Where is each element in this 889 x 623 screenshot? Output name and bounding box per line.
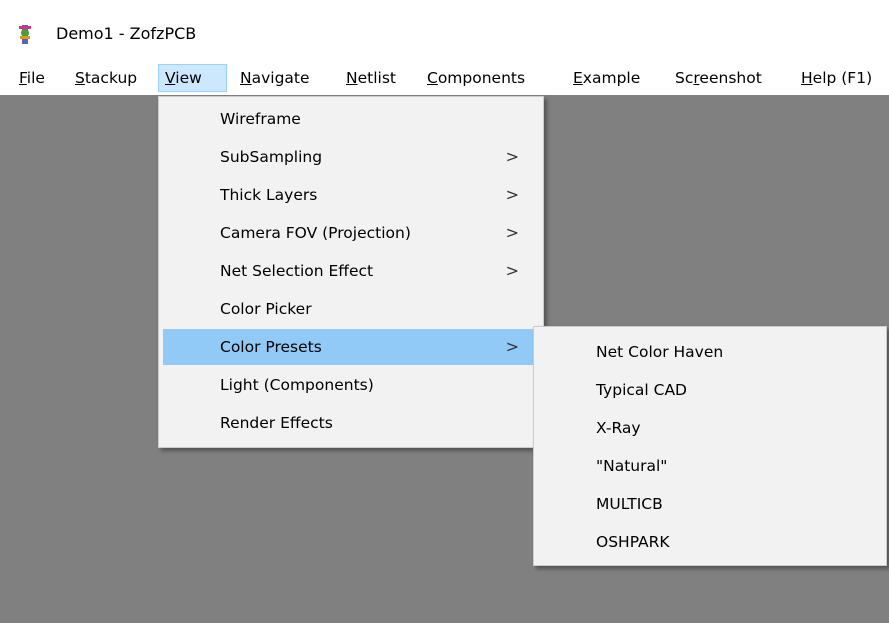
- menu-example-mnemonic: E: [573, 69, 583, 87]
- preset-typical-cad[interactable]: Typical CAD: [538, 372, 882, 408]
- title-bar: Demo1 - ZofzPCB: [0, 0, 889, 64]
- view-item-wireframe[interactable]: Wireframe: [163, 101, 539, 137]
- menu-file-label: ile: [26, 69, 45, 87]
- menu-netlist-label: etlist: [357, 69, 396, 87]
- menu-components[interactable]: Components: [421, 64, 531, 92]
- preset-multicb-label: MULTICB: [596, 495, 663, 513]
- preset-x-ray-label: X-Ray: [596, 419, 641, 437]
- view-item-render-effects[interactable]: Render Effects: [163, 405, 539, 441]
- menu-example-label: xample: [582, 69, 641, 87]
- chevron-right-icon: >: [505, 261, 519, 280]
- menu-netlist[interactable]: Netlist: [340, 64, 402, 92]
- menu-screenshot-label: eenshot: [699, 69, 762, 87]
- view-item-light-components-label: Light (Components): [220, 376, 374, 394]
- preset-oshpark-label: OSHPARK: [596, 533, 670, 551]
- menu-file[interactable]: File: [13, 64, 51, 92]
- menu-navigate[interactable]: Navigate: [234, 64, 316, 92]
- menu-view-label: iew: [175, 69, 202, 87]
- preset-natural[interactable]: "Natural": [538, 448, 882, 484]
- menu-netlist-mnemonic: N: [346, 69, 358, 87]
- menu-screenshot[interactable]: Screenshot: [669, 64, 768, 92]
- view-item-color-presets-label: Color Presets: [220, 338, 322, 356]
- preset-natural-label: "Natural": [596, 457, 668, 475]
- menu-help-label: elp (F1): [812, 69, 873, 87]
- app-window: Demo1 - ZofzPCB File Stackup View Naviga…: [0, 0, 889, 623]
- chevron-right-icon: >: [505, 147, 519, 166]
- menu-navigate-label: avigate: [251, 69, 310, 87]
- preset-oshpark[interactable]: OSHPARK: [538, 524, 882, 560]
- menu-stackup-mnemonic: S: [75, 69, 85, 87]
- view-item-thick-layers-label: Thick Layers: [220, 186, 318, 204]
- view-item-thick-layers[interactable]: Thick Layers >: [163, 177, 539, 213]
- view-item-light-components[interactable]: Light (Components): [163, 367, 539, 403]
- menu-view[interactable]: View: [158, 64, 227, 92]
- view-item-wireframe-label: Wireframe: [220, 110, 301, 128]
- color-presets-submenu: Net Color Haven Typical CAD X-Ray "Natur…: [533, 326, 887, 566]
- preset-net-color-haven[interactable]: Net Color Haven: [538, 334, 882, 370]
- view-item-camera-fov-label: Camera FOV (Projection): [220, 224, 411, 242]
- view-item-color-presets[interactable]: Color Presets >: [163, 329, 539, 365]
- preset-x-ray[interactable]: X-Ray: [538, 410, 882, 446]
- menu-help-mnemonic: H: [801, 69, 813, 87]
- menu-navigate-mnemonic: N: [240, 69, 252, 87]
- view-item-net-selection-effect[interactable]: Net Selection Effect >: [163, 253, 539, 289]
- menu-stackup[interactable]: Stackup: [69, 64, 143, 92]
- view-item-subsampling[interactable]: SubSampling >: [163, 139, 539, 175]
- chevron-right-icon: >: [505, 185, 519, 204]
- view-item-color-picker[interactable]: Color Picker: [163, 291, 539, 327]
- menu-view-mnemonic: V: [165, 69, 176, 87]
- view-item-subsampling-label: SubSampling: [220, 148, 323, 166]
- menu-help[interactable]: Help (F1): [795, 64, 878, 92]
- view-item-net-selection-effect-label: Net Selection Effect: [220, 262, 374, 280]
- chevron-right-icon: >: [505, 223, 519, 242]
- zofzpcb-app-icon: [19, 25, 31, 44]
- menu-screenshot-prefix: Sc: [675, 69, 694, 87]
- preset-multicb[interactable]: MULTICB: [538, 486, 882, 522]
- menu-components-label: omponents: [437, 69, 526, 87]
- preset-typical-cad-label: Typical CAD: [596, 381, 687, 399]
- menu-file-mnemonic: F: [19, 69, 27, 87]
- chevron-right-icon: >: [505, 337, 519, 356]
- view-item-render-effects-label: Render Effects: [220, 414, 333, 432]
- preset-net-color-haven-label: Net Color Haven: [596, 343, 724, 361]
- menu-components-mnemonic: C: [427, 69, 438, 87]
- view-dropdown-menu: Wireframe SubSampling > Thick Layers > C…: [158, 96, 544, 448]
- menu-example[interactable]: Example: [567, 64, 646, 92]
- window-title: Demo1 - ZofzPCB: [56, 24, 197, 43]
- menu-stackup-label: tackup: [84, 69, 138, 87]
- menu-bar: File Stackup View Navigate Netlist Compo…: [0, 64, 889, 94]
- view-item-camera-fov[interactable]: Camera FOV (Projection) >: [163, 215, 539, 251]
- view-item-color-picker-label: Color Picker: [220, 300, 312, 318]
